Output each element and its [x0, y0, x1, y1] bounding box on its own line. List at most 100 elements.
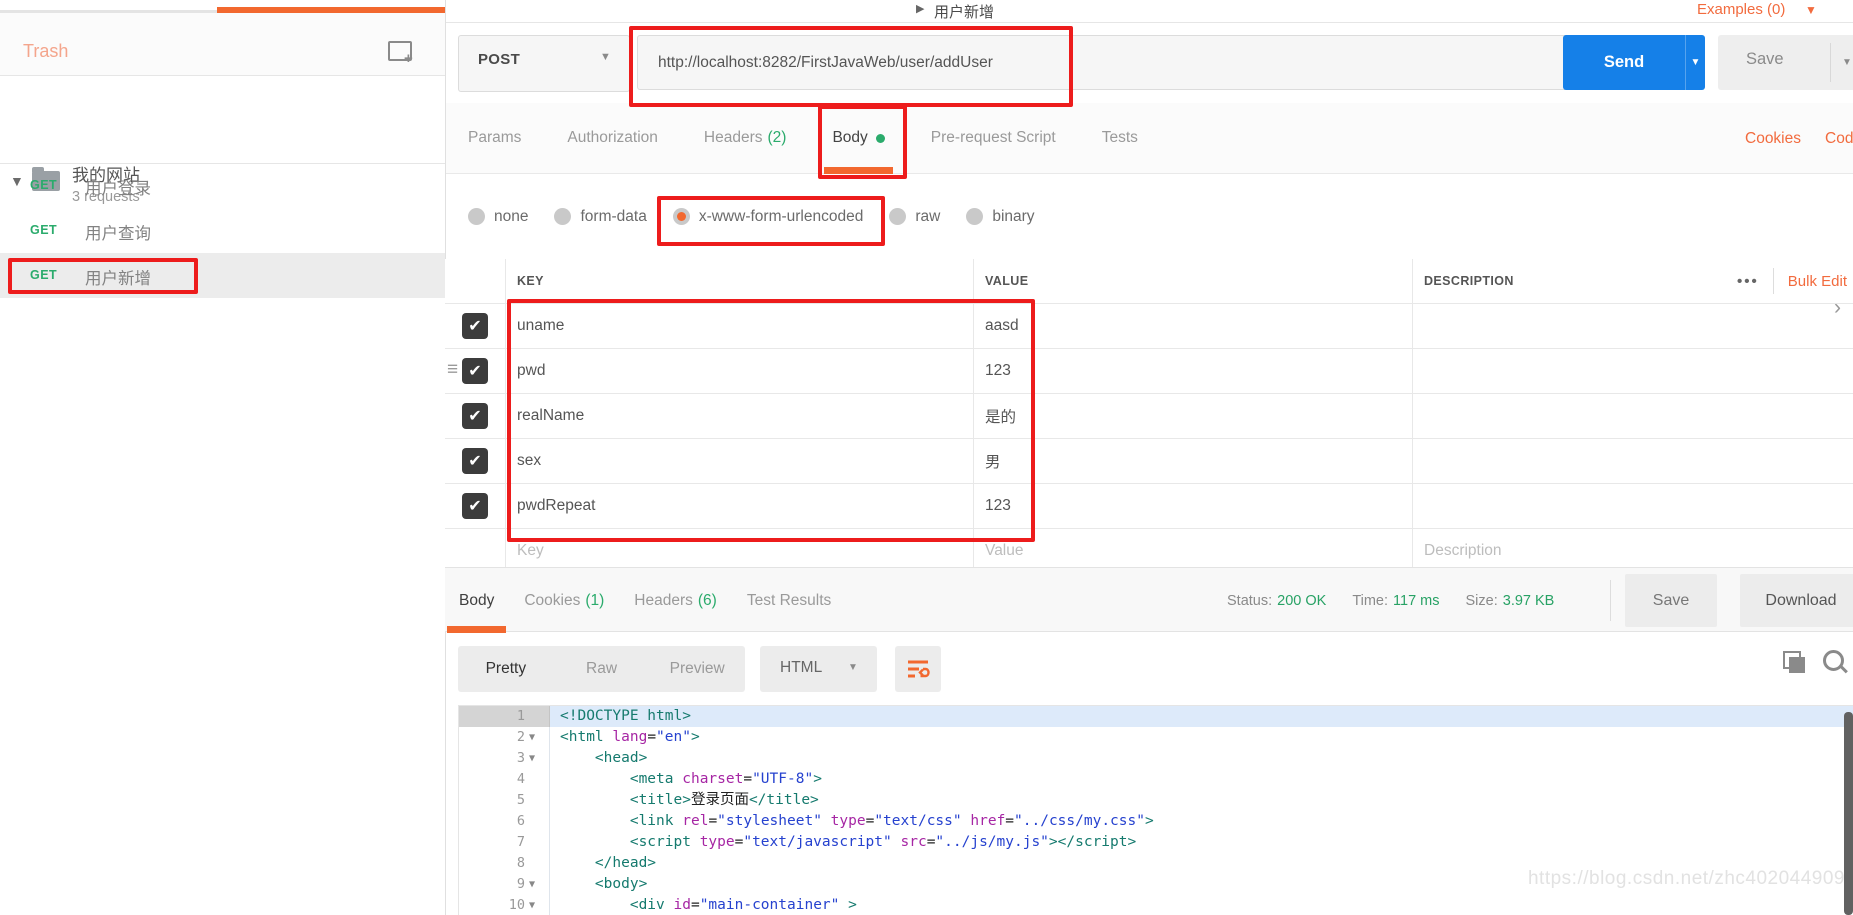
fold-caret-icon[interactable]: ▼ [529, 748, 549, 769]
kv-value-cell[interactable]: 是的 [973, 394, 1412, 438]
code-token [560, 876, 595, 892]
checkbox-checked[interactable]: ✔ [462, 313, 488, 339]
code-token: charset [682, 771, 743, 787]
code-token [691, 834, 700, 850]
tab-label: Body [832, 129, 867, 147]
checkbox-checked[interactable]: ✔ [462, 358, 488, 384]
line-number-gutter: 2▼ [459, 727, 550, 748]
examples-link[interactable]: Examples (0) [1697, 1, 1785, 18]
kv-description-cell[interactable] [1412, 304, 1853, 348]
kv-value-cell[interactable]: aasd [973, 304, 1412, 348]
save-request-button[interactable]: Save ▼ [1718, 35, 1853, 90]
tab-tests[interactable]: Tests [1102, 103, 1138, 174]
fold-caret-icon[interactable]: ▼ [529, 874, 549, 895]
radio-icon[interactable] [554, 208, 571, 225]
collection-row[interactable]: ▼ 我的网站 3 requests [0, 75, 445, 164]
response-bar: BodyCookies(1)Headers(6)Test Results Sta… [445, 567, 1853, 632]
response-tab-label: Body [459, 592, 494, 610]
tab-headers[interactable]: Headers(2) [704, 103, 787, 174]
response-tab-test-results[interactable]: Test Results [747, 568, 831, 633]
body-mode-x-www-form-urlencoded[interactable]: x-www-form-urlencoded [673, 208, 864, 226]
fold-caret-icon[interactable]: ▼ [529, 895, 549, 915]
kv-description-cell[interactable] [1412, 349, 1853, 393]
radio-icon[interactable] [468, 208, 485, 225]
line-number-gutter: 5 [459, 790, 550, 811]
save-response-button[interactable]: Save [1625, 574, 1717, 627]
code-line: 10▼ <div id="main-container" > [459, 895, 1853, 915]
trash-link[interactable]: Trash [23, 41, 68, 62]
code-link[interactable]: Code [1825, 130, 1853, 148]
wrap-lines-button[interactable] [895, 646, 941, 692]
radio-icon[interactable] [966, 208, 983, 225]
kv-select-cell: ✔ [445, 439, 505, 483]
body-mode-binary[interactable]: binary [966, 208, 1034, 226]
response-tab-cookies[interactable]: Cookies(1) [524, 568, 604, 633]
kv-row: ✔ pwdRepeat123 [445, 484, 1853, 529]
kv-row: ≡✔ pwd123 [445, 349, 1853, 394]
send-button[interactable]: Send [1563, 35, 1685, 90]
copy-response-icon-front[interactable] [1789, 657, 1805, 673]
code-token: "main-container" [700, 897, 840, 913]
wrap-lines-icon [906, 659, 930, 679]
body-mode-raw[interactable]: raw [889, 208, 940, 226]
kv-value-cell[interactable]: 123 [973, 349, 1412, 393]
kv-description-cell[interactable] [1412, 394, 1853, 438]
bulk-edit-link[interactable]: Bulk Edit [1788, 273, 1847, 290]
tab-authorization[interactable]: Authorization [567, 103, 657, 174]
tab-params[interactable]: Params [468, 103, 521, 174]
kv-key-cell[interactable]: sex [505, 439, 973, 483]
vertical-scrollbar[interactable] [1844, 712, 1853, 915]
fold-caret-icon[interactable]: ▼ [529, 727, 549, 748]
tab-body[interactable]: Body [832, 103, 884, 174]
line-number: 10 [459, 895, 529, 915]
key-value-editor: KEYVALUEDESCRIPTION•••Bulk Edit✔unameaas… [445, 259, 1853, 574]
collapse-caret-icon[interactable]: ▶ [916, 2, 924, 15]
code-token: <title> [630, 792, 691, 808]
kv-value-cell[interactable]: 男 [973, 439, 1412, 483]
download-button[interactable]: Download [1740, 574, 1853, 627]
kv-description-cell[interactable] [1412, 484, 1853, 528]
search-icon-handle [1840, 666, 1848, 674]
more-options-icon[interactable]: ••• [1737, 273, 1759, 290]
code-line: 2▼<html lang="en"> [459, 727, 1853, 748]
checkbox-checked[interactable]: ✔ [462, 493, 488, 519]
kv-key-cell[interactable]: realName [505, 394, 973, 438]
kv-key-cell[interactable]: pwdRepeat [505, 484, 973, 528]
sidebar-request-item[interactable]: GET用户查询 [0, 208, 445, 253]
kv-row: ✔ sex男 [445, 439, 1853, 484]
view-tab-raw[interactable]: Raw [554, 660, 650, 678]
unsaved-dot-icon [876, 134, 885, 143]
chevron-right-icon[interactable]: › [1834, 296, 1841, 320]
response-tab-body[interactable]: Body [459, 568, 494, 633]
kv-value-cell[interactable]: 123 [973, 484, 1412, 528]
cookies-link[interactable]: Cookies [1745, 130, 1801, 148]
kv-key-cell[interactable]: uname [505, 304, 973, 348]
code-token [674, 813, 683, 829]
view-tab-pretty[interactable]: Pretty [458, 660, 554, 678]
body-mode-none[interactable]: none [468, 208, 528, 226]
sidebar-request-item[interactable]: GET用户登录 [0, 163, 445, 208]
body-mode-form-data[interactable]: form-data [554, 208, 646, 226]
kv-description-cell[interactable] [1412, 439, 1853, 483]
sidebar-request-item[interactable]: GET用户新增 [0, 253, 445, 298]
radio-icon[interactable] [673, 208, 690, 225]
kv-header-select [445, 259, 505, 303]
response-tab-headers[interactable]: Headers(6) [634, 568, 717, 633]
kv-key-cell[interactable]: pwd [505, 349, 973, 393]
save-label: Save [1746, 50, 1784, 69]
request-tabs: Params Authorization Headers(2) Body Pre-req… [446, 103, 1853, 174]
drag-handle-icon[interactable]: ≡ [447, 359, 458, 381]
code-token [560, 855, 595, 871]
code-token: <!DOCTYPE html> [560, 708, 691, 724]
checkbox-checked[interactable]: ✔ [462, 403, 488, 429]
chevron-down-icon[interactable]: ▼ [1805, 3, 1817, 17]
save-options-caret[interactable]: ▼ [1842, 57, 1852, 68]
checkbox-checked[interactable]: ✔ [462, 448, 488, 474]
view-tab-preview[interactable]: Preview [649, 660, 745, 678]
send-options-caret[interactable]: ▼ [1685, 35, 1705, 90]
builder-links: Cookies Code [1745, 103, 1853, 174]
url-input[interactable] [637, 35, 1569, 90]
tab-pre-request-script[interactable]: Pre-request Script [931, 103, 1056, 174]
radio-icon[interactable] [889, 208, 906, 225]
kv-select-cell: ✔ [445, 394, 505, 438]
